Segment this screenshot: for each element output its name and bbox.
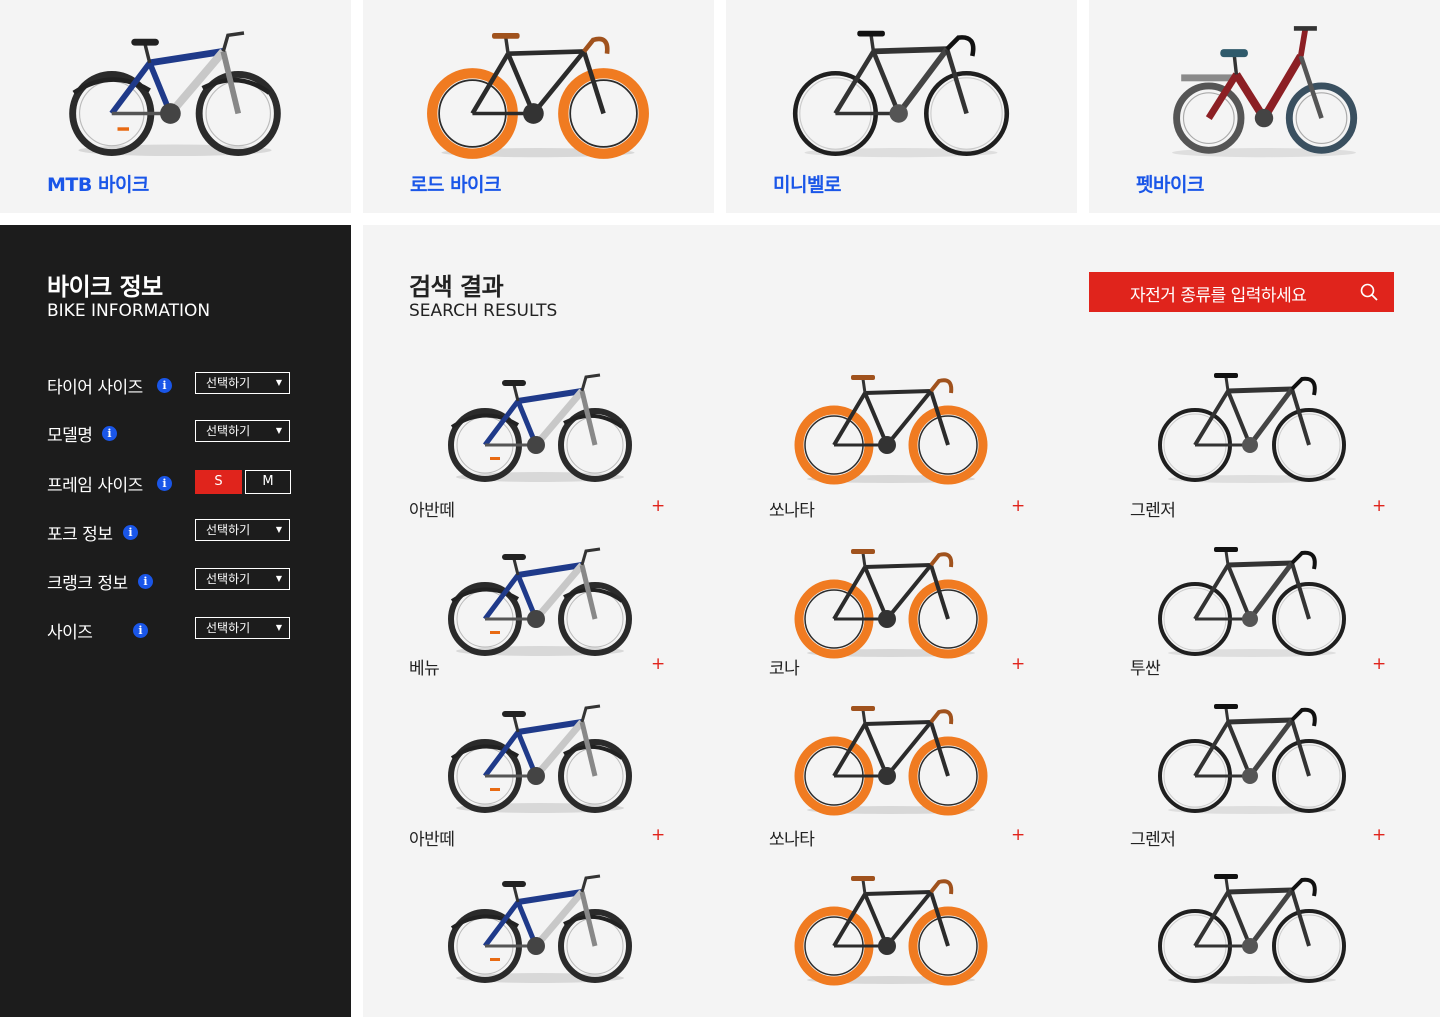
size-select[interactable]: 선택하기 ▼ — [195, 617, 290, 639]
fork-info-select[interactable]: 선택하기 ▼ — [195, 519, 290, 541]
info-icon[interactable]: i — [133, 623, 148, 638]
result-image-road[interactable] — [791, 692, 991, 820]
result-name[interactable]: 베뉴 — [409, 654, 440, 679]
filter-frame-size: 프레임 사이즈 i S M — [47, 470, 307, 496]
select-value: 선택하기 — [206, 621, 251, 635]
category-label-road[interactable]: 로드 바이크 — [410, 170, 502, 197]
add-icon[interactable]: + — [1011, 825, 1025, 845]
result-image-black[interactable] — [1152, 535, 1352, 663]
result-name[interactable]: 그렌저 — [1130, 496, 1176, 521]
info-icon[interactable]: i — [157, 476, 172, 491]
result-name[interactable]: 쏘나타 — [769, 496, 815, 521]
chevron-down-icon: ▼ — [275, 574, 282, 583]
model-name-select[interactable]: 선택하기 ▼ — [195, 420, 290, 442]
frame-size-m-button[interactable]: M — [245, 470, 291, 494]
category-label-minivelo[interactable]: 미니벨로 — [773, 170, 841, 197]
filter-label: 프레임 사이즈 — [47, 476, 143, 496]
search-placeholder: 자전거 종류를 입력하세요 — [1130, 286, 1307, 306]
category-card-mtb[interactable]: MTB 바이크 — [0, 0, 351, 213]
result-image-mtb[interactable] — [440, 692, 640, 820]
result-name[interactable]: 투싼 — [1130, 654, 1161, 679]
chevron-down-icon: ▼ — [275, 426, 282, 435]
filter-crank-info: 크랭크 정보 i 선택하기 ▼ — [47, 568, 307, 594]
select-value: 선택하기 — [206, 376, 251, 390]
add-icon[interactable]: + — [651, 654, 665, 674]
filter-fork-info: 포크 정보 i 선택하기 ▼ — [47, 519, 307, 545]
info-icon[interactable]: i — [157, 378, 172, 393]
frame-size-s-button[interactable]: S — [195, 470, 242, 494]
result-image-mtb[interactable] — [440, 361, 640, 489]
filter-label: 크랭크 정보 — [47, 574, 128, 594]
info-icon[interactable]: i — [102, 426, 117, 441]
result-name[interactable]: 그렌저 — [1130, 825, 1176, 850]
filter-tire-size: 타이어 사이즈 i 선택하기 ▼ — [47, 372, 307, 398]
filter-label: 포크 정보 — [47, 525, 113, 545]
result-image-black[interactable] — [1152, 862, 1352, 990]
bike-search-input[interactable]: 자전거 종류를 입력하세요 — [1089, 272, 1394, 312]
result-image-road[interactable] — [791, 361, 991, 489]
category-card-minivelo[interactable]: 미니벨로 — [726, 0, 1077, 213]
chevron-down-icon: ▼ — [275, 623, 282, 632]
sidebar-subtitle: BIKE INFORMATION — [47, 301, 211, 321]
result-image-black[interactable] — [1152, 692, 1352, 820]
category-card-road[interactable]: 로드 바이크 — [363, 0, 714, 213]
chevron-down-icon: ▼ — [275, 378, 282, 387]
select-value: 선택하기 — [206, 424, 251, 438]
bike-info-sidebar: 바이크 정보 BIKE INFORMATION 타이어 사이즈 i 선택하기 ▼… — [0, 225, 351, 1017]
result-image-road[interactable] — [791, 862, 991, 990]
add-icon[interactable]: + — [651, 496, 665, 516]
select-value: 선택하기 — [206, 523, 251, 537]
search-icon[interactable] — [1360, 283, 1378, 301]
add-icon[interactable]: + — [1372, 496, 1386, 516]
info-icon[interactable]: i — [138, 574, 153, 589]
result-image-road[interactable] — [791, 535, 991, 663]
result-image-mtb[interactable] — [440, 862, 640, 990]
chevron-down-icon: ▼ — [275, 525, 282, 534]
filter-label: 사이즈 — [47, 623, 93, 643]
add-icon[interactable]: + — [1011, 496, 1025, 516]
add-icon[interactable]: + — [1372, 654, 1386, 674]
crank-info-select[interactable]: 선택하기 ▼ — [195, 568, 290, 590]
tire-size-select[interactable]: 선택하기 ▼ — [195, 372, 290, 394]
filter-label: 모델명 — [47, 426, 93, 446]
add-icon[interactable]: + — [1372, 825, 1386, 845]
minivelo-bike-icon — [786, 18, 1016, 163]
folding-bike-icon — [1149, 18, 1379, 163]
result-name[interactable]: 코나 — [769, 654, 800, 679]
filter-label: 타이어 사이즈 — [47, 378, 143, 398]
road-bike-icon — [423, 18, 653, 163]
info-icon[interactable]: i — [123, 525, 138, 540]
category-card-petbike[interactable]: 펫바이크 — [1089, 0, 1440, 213]
category-label-petbike[interactable]: 펫바이크 — [1136, 170, 1204, 197]
filter-size: 사이즈 i 선택하기 ▼ — [47, 617, 307, 643]
sidebar-title: 바이크 정보 — [47, 273, 163, 301]
add-icon[interactable]: + — [651, 825, 665, 845]
result-image-black[interactable] — [1152, 361, 1352, 489]
result-image-mtb[interactable] — [440, 535, 640, 663]
result-name[interactable]: 아반떼 — [409, 496, 455, 521]
results-title: 검색 결과 — [409, 273, 504, 301]
filter-model-name: 모델명 i 선택하기 ▼ — [47, 420, 307, 446]
mtb-bike-icon — [60, 18, 290, 163]
select-value: 선택하기 — [206, 572, 251, 586]
add-icon[interactable]: + — [1011, 654, 1025, 674]
results-subtitle: SEARCH RESULTS — [409, 301, 558, 321]
search-results-panel: 검색 결과 SEARCH RESULTS 자전거 종류를 입력하세요 아반떼 +… — [363, 225, 1440, 1017]
result-name[interactable]: 아반떼 — [409, 825, 455, 850]
category-label-mtb[interactable]: MTB 바이크 — [47, 170, 149, 197]
result-name[interactable]: 쏘나타 — [769, 825, 815, 850]
